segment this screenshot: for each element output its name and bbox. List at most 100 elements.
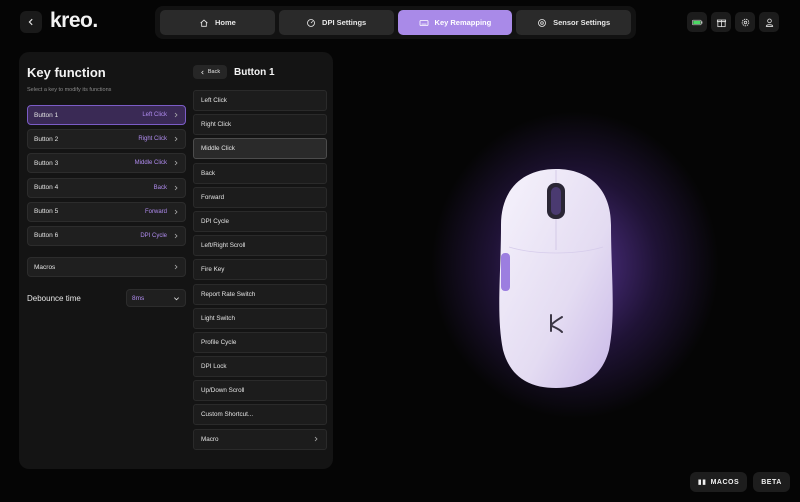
sensor-icon bbox=[538, 18, 546, 27]
chevron-left-icon bbox=[28, 18, 33, 26]
function-label: Up/Down Scroll bbox=[201, 387, 245, 395]
top-right-toolbar bbox=[687, 12, 779, 32]
macros-label: Macros bbox=[34, 263, 56, 271]
os-badge: ▮▮ MACOS bbox=[690, 472, 747, 492]
function-label: DPI Cycle bbox=[201, 217, 229, 225]
button-row-2[interactable]: Button 2 Right Click bbox=[27, 129, 186, 150]
home-icon bbox=[200, 19, 208, 27]
tab-label: Key Remapping bbox=[434, 18, 492, 27]
chevron-right-icon bbox=[174, 161, 178, 166]
function-option[interactable]: Right Click bbox=[193, 114, 327, 136]
button-row-5[interactable]: Button 5 Forward bbox=[27, 201, 186, 222]
button-name: Button 3 bbox=[34, 159, 59, 167]
tab-label: DPI Settings bbox=[322, 18, 367, 27]
debounce-label: Debounce time bbox=[27, 294, 81, 303]
button-name: Button 4 bbox=[34, 184, 59, 192]
function-option[interactable]: Fire Key bbox=[193, 259, 327, 281]
mouse-button-list: Button 1 Left Click Button 2 Right Click… bbox=[27, 105, 186, 250]
gift-icon bbox=[716, 19, 726, 27]
chevron-down-icon bbox=[174, 296, 179, 300]
button-function: Right Click bbox=[138, 136, 167, 143]
function-label: Left/Right Scroll bbox=[201, 242, 246, 250]
function-option-macro[interactable]: Macro bbox=[193, 428, 327, 450]
os-bars-icon: ▮▮ bbox=[697, 479, 707, 486]
selected-button-title: Button 1 bbox=[234, 67, 275, 78]
function-label: Fire Key bbox=[201, 266, 225, 274]
chevron-right-icon bbox=[174, 264, 178, 270]
button-name: Button 5 bbox=[34, 208, 59, 216]
button-row-1[interactable]: Button 1 Left Click bbox=[27, 105, 186, 125]
button-row-3[interactable]: Button 3 Middle Click bbox=[27, 153, 186, 174]
back-to-list-button[interactable]: Back bbox=[193, 65, 227, 79]
chevron-right-icon bbox=[174, 136, 178, 142]
chevron-right-icon bbox=[174, 209, 178, 215]
function-option[interactable]: Forward bbox=[193, 186, 327, 208]
tab-dpi-settings[interactable]: DPI Settings bbox=[278, 10, 394, 35]
back-label: Back bbox=[207, 69, 221, 75]
button-function: Left Click bbox=[142, 112, 167, 118]
user-icon bbox=[765, 18, 773, 27]
button-name: Button 6 bbox=[34, 232, 59, 240]
gauge-icon bbox=[307, 18, 315, 27]
function-label: DPI Lock bbox=[201, 363, 227, 371]
panel-subtitle: Select a key to modify its functions bbox=[27, 87, 112, 93]
function-option[interactable]: Custom Shortcut... bbox=[193, 404, 327, 426]
function-option[interactable]: Up/Down Scroll bbox=[193, 380, 327, 402]
function-label: Right Click bbox=[201, 121, 232, 129]
function-option[interactable]: Left/Right Scroll bbox=[193, 235, 327, 257]
button-name: Button 1 bbox=[34, 111, 59, 119]
main-tabs: Home DPI Settings Key Remapping Sensor S… bbox=[155, 6, 636, 39]
function-option[interactable]: Light Switch bbox=[193, 307, 327, 329]
gear-icon bbox=[741, 18, 749, 26]
chevron-left-icon bbox=[201, 70, 204, 74]
battery-indicator[interactable] bbox=[687, 12, 707, 32]
button-function: DPI Cycle bbox=[140, 232, 167, 239]
macros-button[interactable]: Macros bbox=[27, 257, 186, 277]
beta-label: BETA bbox=[761, 478, 782, 486]
account-button[interactable] bbox=[759, 12, 779, 32]
os-label: MACOS bbox=[710, 478, 740, 486]
chevron-right-icon bbox=[174, 185, 178, 190]
function-label: Custom Shortcut... bbox=[201, 411, 254, 419]
function-label: Back bbox=[201, 169, 215, 177]
function-option[interactable]: Middle Click bbox=[193, 138, 327, 160]
function-option[interactable]: Profile Cycle bbox=[193, 331, 327, 353]
tab-label: Sensor Settings bbox=[553, 18, 611, 27]
function-option[interactable]: Back bbox=[193, 162, 327, 184]
function-list: Left Click Right Click Middle Click Back… bbox=[193, 90, 327, 453]
button-function: Back bbox=[153, 184, 167, 191]
battery-icon bbox=[691, 19, 702, 25]
function-option[interactable]: DPI Lock bbox=[193, 356, 327, 378]
function-option[interactable]: Report Rate Switch bbox=[193, 283, 327, 305]
function-label: Forward bbox=[201, 193, 225, 201]
debounce-dropdown[interactable]: 8ms bbox=[126, 289, 186, 307]
panel-title: Key function bbox=[27, 65, 106, 80]
button-name: Button 2 bbox=[34, 135, 59, 143]
function-label: Middle Click bbox=[201, 145, 235, 153]
gift-button[interactable] bbox=[711, 12, 731, 32]
function-option[interactable]: Left Click bbox=[193, 90, 327, 111]
mouse-image bbox=[499, 169, 613, 388]
macros-section: Macros bbox=[27, 257, 186, 281]
function-option[interactable]: DPI Cycle bbox=[193, 210, 327, 232]
chevron-right-icon bbox=[174, 233, 178, 239]
brand-logo: kreo. bbox=[50, 9, 98, 32]
function-label: Left Click bbox=[201, 97, 227, 104]
button-row-4[interactable]: Button 4 Back bbox=[27, 177, 186, 198]
function-label: Macro bbox=[201, 435, 219, 443]
key-function-panel: Key function Select a key to modify its … bbox=[19, 52, 333, 469]
chevron-right-icon bbox=[314, 436, 318, 442]
tab-label: Home bbox=[214, 18, 236, 27]
chevron-right-icon bbox=[174, 112, 178, 118]
settings-button[interactable] bbox=[735, 12, 755, 32]
tab-sensor-settings[interactable]: Sensor Settings bbox=[516, 10, 631, 35]
tab-home[interactable]: Home bbox=[160, 10, 275, 35]
tab-key-remapping[interactable]: Key Remapping bbox=[397, 10, 513, 35]
beta-badge: BETA bbox=[753, 472, 790, 492]
function-label: Light Switch bbox=[201, 314, 235, 322]
function-label: Profile Cycle bbox=[201, 338, 237, 346]
function-label: Report Rate Switch bbox=[201, 290, 256, 298]
button-row-6[interactable]: Button 6 DPI Cycle bbox=[27, 225, 186, 246]
back-button[interactable] bbox=[20, 11, 42, 33]
keyboard-icon bbox=[419, 19, 428, 26]
